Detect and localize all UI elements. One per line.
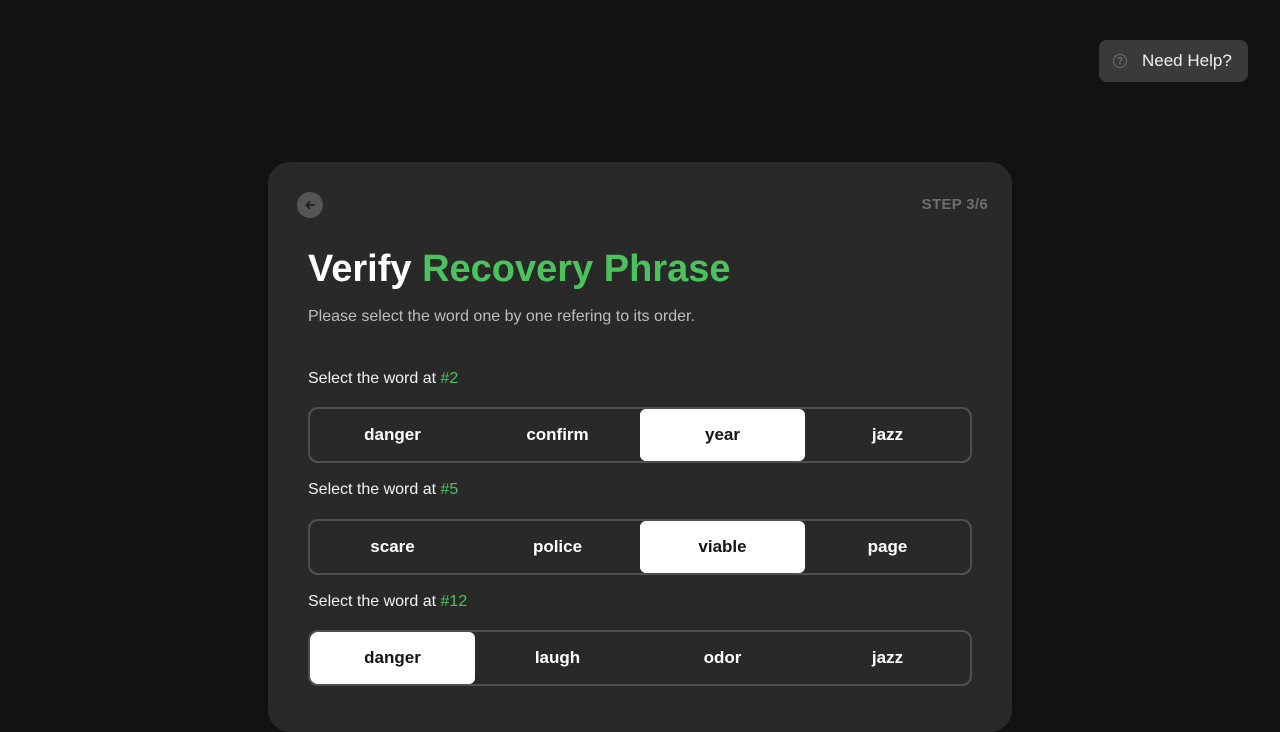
step-indicator: STEP 3/6	[921, 196, 988, 213]
title-accent: Recovery Phrase	[422, 248, 731, 290]
need-help-label: Need Help?	[1142, 51, 1232, 70]
word-option-selected[interactable]: danger	[310, 632, 475, 684]
word-option[interactable]: jazz	[805, 409, 970, 461]
word-option-selected[interactable]: viable	[640, 521, 805, 573]
need-help-button[interactable]: ? Need Help?	[1099, 40, 1248, 82]
question-label-1: Select the word at #2	[308, 370, 458, 388]
title-main: Verify	[308, 248, 412, 290]
question-prefix: Select the word at	[308, 593, 437, 610]
word-option[interactable]: laugh	[475, 632, 640, 684]
question-circle-icon: ?	[1113, 54, 1127, 68]
verify-phrase-card: STEP 3/6 Verify Recovery Phrase Please s…	[268, 162, 1012, 732]
question-number: #2	[440, 370, 459, 387]
question-prefix: Select the word at	[308, 481, 437, 498]
word-option[interactable]: odor	[640, 632, 805, 684]
question-label-3: Select the word at #12	[308, 593, 467, 611]
page-subtitle: Please select the word one by one referi…	[308, 308, 695, 325]
question-prefix: Select the word at	[308, 370, 437, 387]
back-button[interactable]	[297, 192, 323, 218]
word-choices-3: danger laugh odor jazz	[308, 630, 972, 686]
word-option[interactable]: jazz	[805, 632, 970, 684]
question-number: #12	[440, 593, 468, 610]
word-choices-1: danger confirm year jazz	[308, 407, 972, 463]
word-option[interactable]: scare	[310, 521, 475, 573]
question-number: #5	[440, 481, 459, 498]
word-option[interactable]: police	[475, 521, 640, 573]
word-option-selected[interactable]: year	[640, 409, 805, 461]
arrow-left-icon	[305, 200, 315, 210]
word-option[interactable]: danger	[310, 409, 475, 461]
word-option[interactable]: page	[805, 521, 970, 573]
word-option[interactable]: confirm	[475, 409, 640, 461]
question-label-2: Select the word at #5	[308, 481, 458, 499]
word-choices-2: scare police viable page	[308, 519, 972, 575]
page-title: Verify Recovery Phrase	[308, 248, 731, 291]
